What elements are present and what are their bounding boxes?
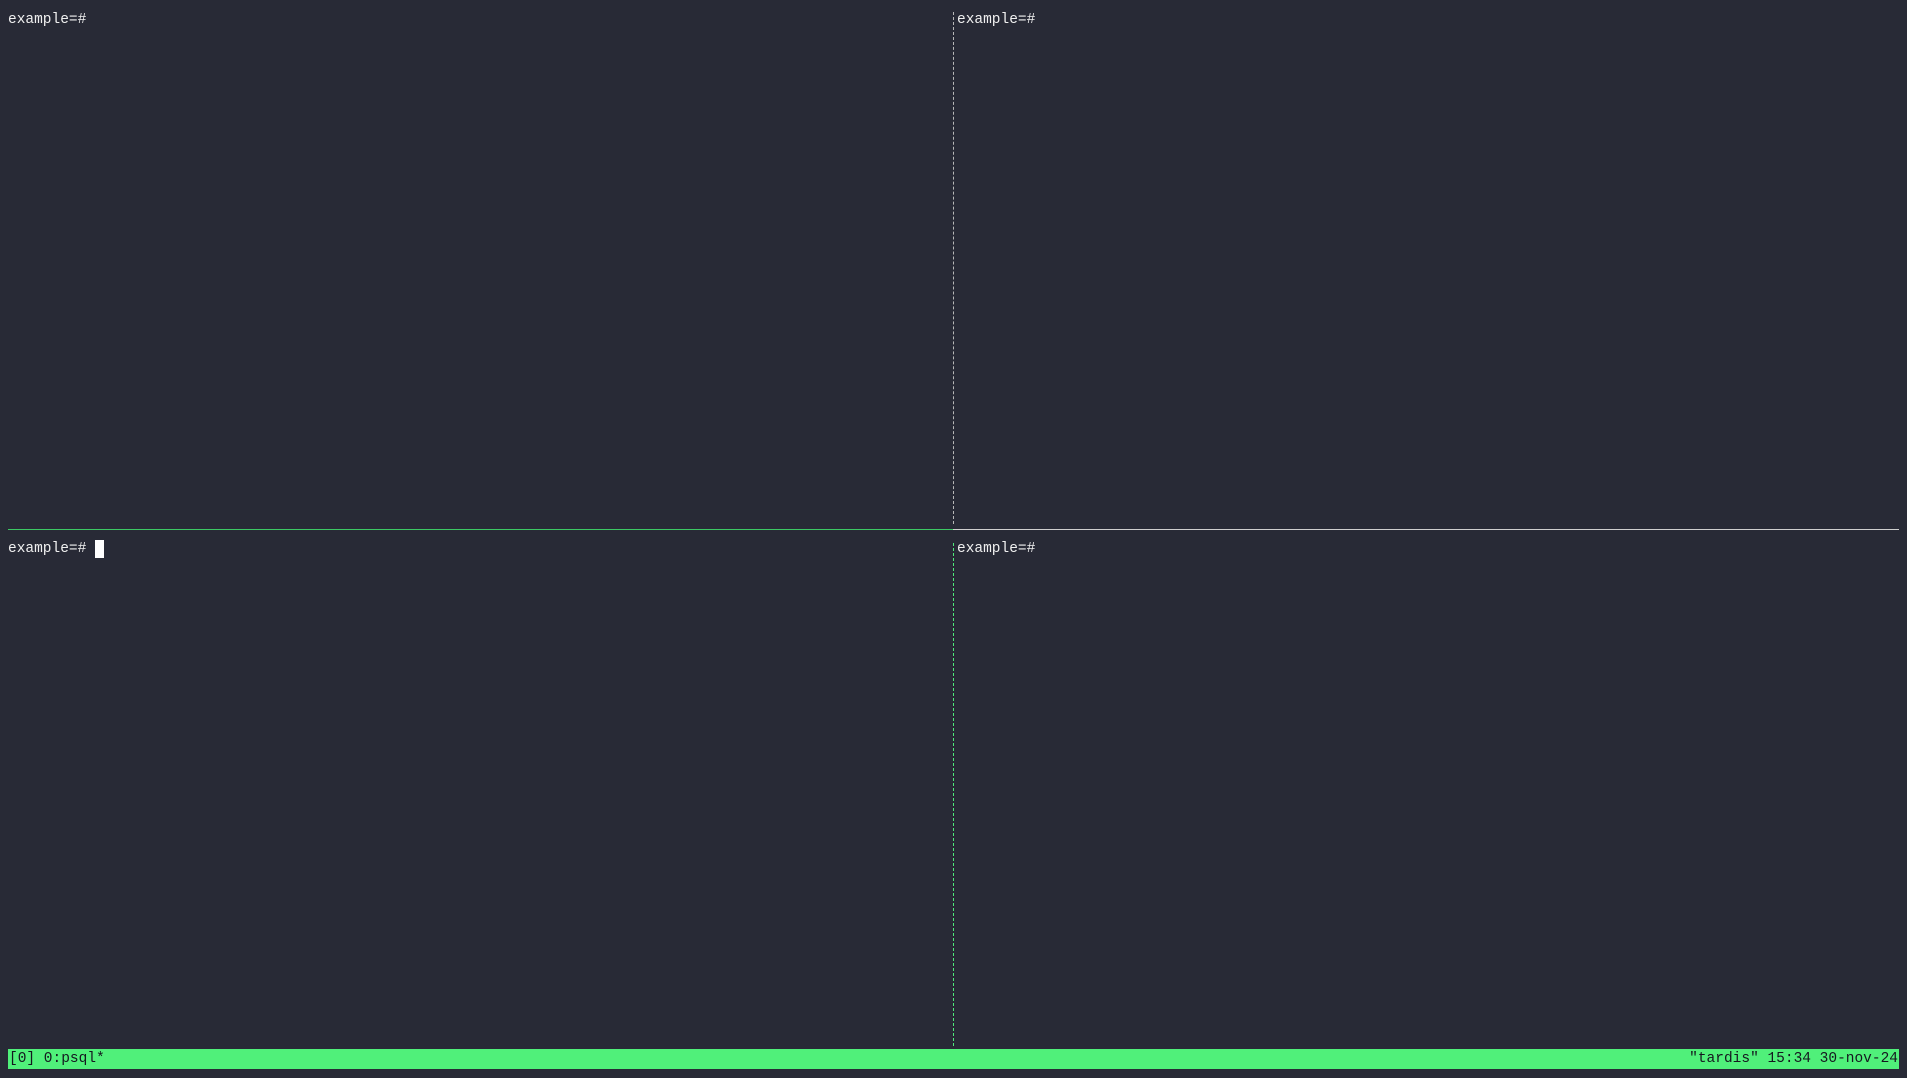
psql-prompt: example=# xyxy=(957,539,1899,559)
psql-prompt: example=# xyxy=(8,539,950,559)
pane-divider-vertical-bottom[interactable] xyxy=(953,543,954,1046)
terminal-pane-top-left[interactable]: example=# xyxy=(8,10,950,520)
prompt-text: example=# xyxy=(957,12,1036,28)
psql-prompt: example=# xyxy=(957,10,1899,30)
terminal-pane-bottom-left-active[interactable]: example=# xyxy=(8,539,950,1045)
window-list[interactable]: [0] 0:psql* xyxy=(8,1051,106,1067)
prompt-text: example=# xyxy=(8,12,87,28)
pane-divider-vertical-top[interactable] xyxy=(953,12,954,524)
tmux-status-bar: [0] 0:psql* "tardis" 15:34 30-nov-24 xyxy=(8,1049,1899,1069)
prompt-text: example=# xyxy=(957,541,1036,557)
terminal-pane-top-right[interactable]: example=# xyxy=(957,10,1899,520)
text-cursor xyxy=(95,540,105,558)
prompt-text: example=# xyxy=(8,541,87,557)
pane-divider-horizontal-left[interactable] xyxy=(8,529,953,530)
psql-prompt: example=# xyxy=(8,10,950,30)
terminal-pane-bottom-right[interactable]: example=# xyxy=(957,539,1899,1045)
status-right-info: "tardis" 15:34 30-nov-24 xyxy=(1689,1051,1898,1067)
pane-divider-horizontal-right[interactable] xyxy=(953,529,1899,530)
